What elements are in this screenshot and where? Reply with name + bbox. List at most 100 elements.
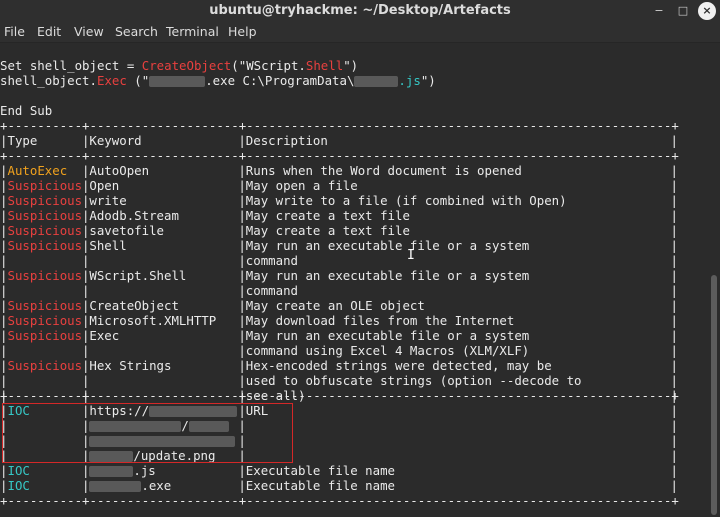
- menu-edit[interactable]: Edit: [37, 22, 61, 42]
- close-icon[interactable]: ×: [698, 2, 716, 20]
- table-separator: |: [0, 163, 8, 178]
- url-suffix: /update.png: [133, 448, 216, 463]
- code-text: "): [343, 58, 359, 73]
- redacted-text: [149, 406, 238, 417]
- code-keyword: CreateObject: [141, 58, 232, 73]
- table-separator: |: [238, 208, 246, 223]
- row-type: Suspicious: [7, 223, 83, 238]
- row-description: May open a file: [245, 178, 358, 193]
- menu-view[interactable]: View: [74, 22, 104, 42]
- code-keyword: Shell: [305, 58, 344, 73]
- row-keyword: CreateObject: [89, 298, 179, 313]
- row-keyword: Exec: [89, 328, 120, 343]
- row-keyword: .js: [89, 463, 156, 478]
- row-description: May download files from the Internet: [245, 313, 515, 328]
- menu-terminal[interactable]: Terminal: [166, 22, 219, 42]
- table-separator: |: [0, 178, 8, 193]
- table-separator: |: [0, 223, 8, 238]
- table-separator: |: [238, 328, 246, 343]
- table-separator: |: [238, 433, 246, 448]
- table-separator: |: [0, 403, 8, 418]
- row-keyword: [89, 433, 236, 448]
- window-title: ubuntu@tryhackme: ~/Desktop/Artefacts: [209, 3, 511, 18]
- row-description: Hex-encoded strings were detected, may b…: [245, 358, 552, 373]
- column-header-description: Description: [245, 133, 328, 148]
- row-keyword: savetofile: [89, 223, 164, 238]
- row-description: command using Excel 4 Macros (XLM/XLF): [245, 343, 530, 358]
- table-separator: |: [82, 358, 90, 373]
- row-description: May write to a file (if combined with Op…: [245, 193, 567, 208]
- row-description: May create an OLE object: [245, 298, 425, 313]
- menu-help[interactable]: Help: [228, 22, 257, 42]
- row-keyword: Microsoft.XMLHTTP: [89, 313, 217, 328]
- menu-file[interactable]: File: [4, 22, 25, 42]
- row-description: May run an executable file or a system: [245, 328, 530, 343]
- table-separator: |: [670, 208, 678, 223]
- table-border-top: +----------+--------------------+-------…: [0, 118, 679, 133]
- menu-bar: File Edit View Search Terminal Help: [0, 22, 720, 43]
- table-separator: |: [82, 328, 90, 343]
- window-titlebar[interactable]: ubuntu@tryhackme: ~/Desktop/Artefacts − …: [0, 0, 720, 22]
- table-separator: |: [670, 478, 678, 493]
- redacted-text: [89, 466, 134, 477]
- table-separator: |: [0, 463, 8, 478]
- table-separator: |: [82, 433, 90, 448]
- row-description: Runs when the Word document is opened: [245, 163, 522, 178]
- table-separator: |: [238, 478, 246, 493]
- terminal-scrollbar[interactable]: [708, 43, 720, 517]
- table-border-separator: +----------+--------------------+-------…: [0, 388, 679, 403]
- file-extension: .js: [133, 463, 156, 478]
- row-type: IOC: [7, 463, 30, 478]
- minimize-icon[interactable]: −: [650, 2, 668, 20]
- terminal-output[interactable]: Set shell_object = CreateObject("WScript…: [0, 43, 708, 517]
- row-description: command: [245, 283, 299, 298]
- table-separator: |: [238, 343, 246, 358]
- table-separator: |: [670, 298, 678, 313]
- menu-search[interactable]: Search: [115, 22, 158, 42]
- table-separator: |: [670, 163, 678, 178]
- table-separator: |: [82, 193, 90, 208]
- table-separator: |: [238, 163, 246, 178]
- table-separator: |: [238, 193, 246, 208]
- table-separator: |: [670, 403, 678, 418]
- row-type: Suspicious: [7, 208, 83, 223]
- window-controls: − □ ×: [650, 2, 716, 20]
- table-separator: |: [670, 343, 678, 358]
- scrollbar-thumb[interactable]: [711, 275, 717, 515]
- table-separator: |: [238, 298, 246, 313]
- table-separator: |: [82, 313, 90, 328]
- table-separator: |: [238, 238, 246, 253]
- table-separator: |: [0, 343, 8, 358]
- row-description: URL: [245, 403, 269, 418]
- table-separator: |: [238, 283, 246, 298]
- table-separator: |: [82, 178, 90, 193]
- table-separator: |: [670, 133, 678, 148]
- redacted-text: [89, 451, 134, 462]
- row-type: Suspicious: [7, 358, 83, 373]
- row-description: Executable file name: [245, 463, 395, 478]
- table-separator: |: [82, 343, 90, 358]
- table-border-header: +----------+--------------------+-------…: [0, 148, 679, 163]
- redacted-text: [89, 436, 236, 447]
- row-keyword: .exe: [89, 478, 171, 493]
- column-header-type: Type: [7, 133, 38, 148]
- redacted-text: [354, 76, 399, 87]
- row-description: May run an executable file or a system: [245, 268, 530, 283]
- code-text: .exe C:\ProgramData\: [205, 73, 355, 88]
- table-separator: |: [238, 253, 246, 268]
- table-separator: |: [82, 238, 90, 253]
- table-border-bottom: +----------+--------------------+-------…: [0, 493, 679, 508]
- row-description: May create a text file: [245, 208, 410, 223]
- row-type: Suspicious: [7, 268, 83, 283]
- table-separator: |: [82, 298, 90, 313]
- table-separator: |: [0, 358, 8, 373]
- table-separator: |: [82, 253, 90, 268]
- table-separator: |: [82, 268, 90, 283]
- table-separator: |: [670, 433, 678, 448]
- table-separator: |: [670, 463, 678, 478]
- row-type: Suspicious: [7, 178, 83, 193]
- table-separator: |: [670, 223, 678, 238]
- table-separator: |: [0, 418, 8, 433]
- maximize-icon[interactable]: □: [674, 2, 692, 20]
- table-separator: |: [238, 373, 246, 388]
